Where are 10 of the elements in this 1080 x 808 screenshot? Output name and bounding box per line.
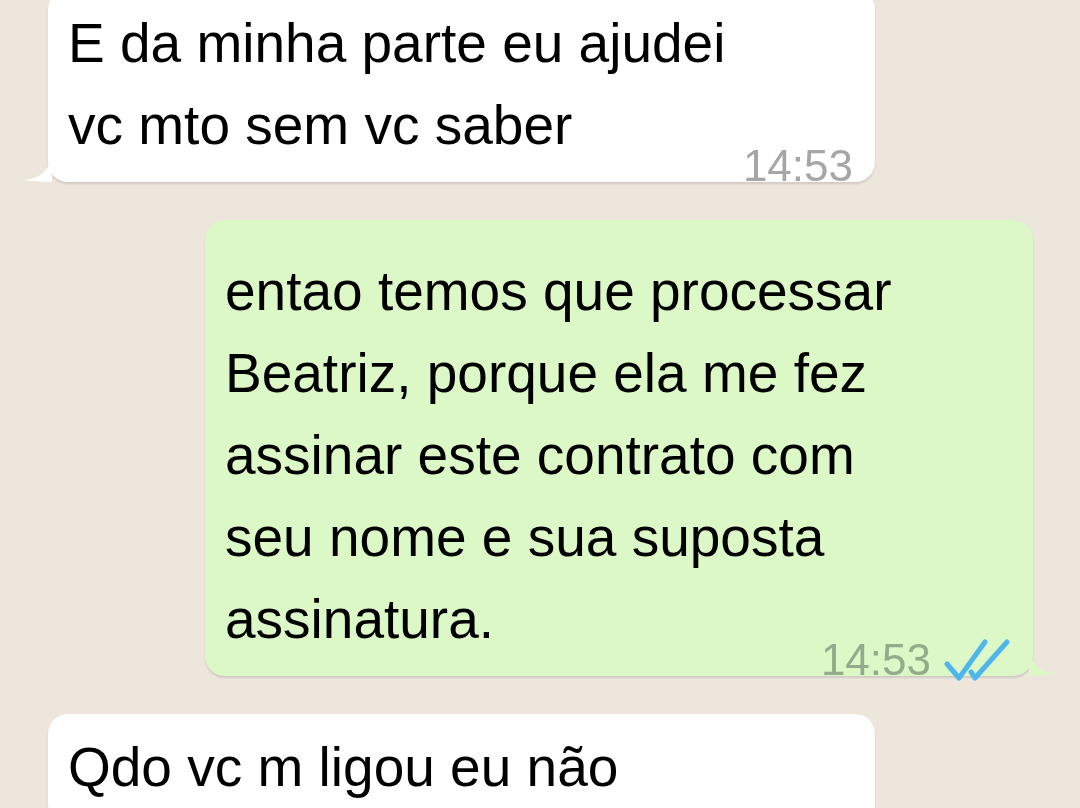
message-text: seu nome e sua suposta <box>225 505 826 570</box>
message-text: vc mto sem vc saber <box>68 93 573 158</box>
message-text: E da minha parte eu ajudei <box>68 11 727 76</box>
message-text: assinar este contrato com <box>225 423 856 488</box>
message-time: 14:53 <box>742 144 853 188</box>
message-text: entao temos que processar <box>225 259 893 324</box>
message-time: 14:53 <box>820 638 931 682</box>
message-text: assinatura. <box>225 587 495 652</box>
message-text: Beatriz, porque ela me fez <box>225 341 868 406</box>
message-text: Qdo vc m ligou eu não <box>68 735 620 800</box>
